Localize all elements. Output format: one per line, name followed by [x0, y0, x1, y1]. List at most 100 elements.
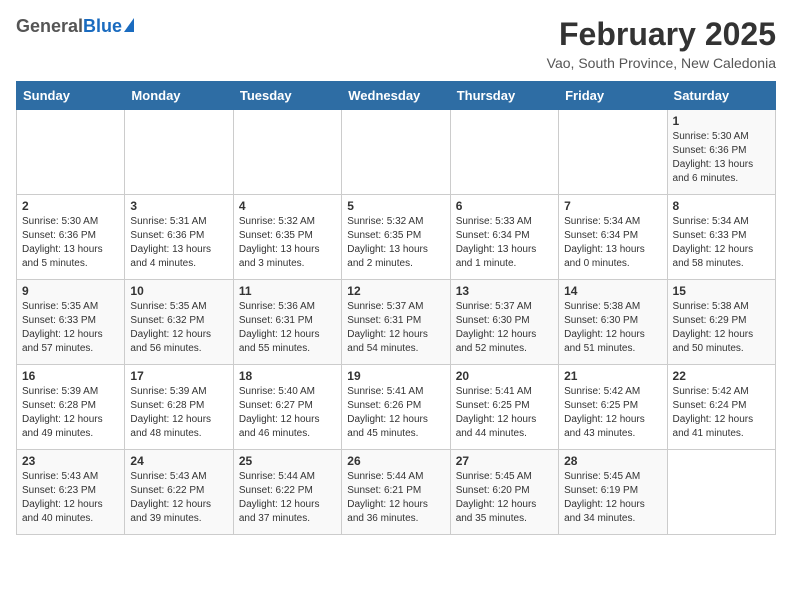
- day-info: Sunrise: 5:33 AM Sunset: 6:34 PM Dayligh…: [456, 215, 553, 271]
- calendar-day-cell: 5Sunrise: 5:32 AM Sunset: 6:35 PM Daylig…: [342, 195, 450, 280]
- day-info: Sunrise: 5:36 AM Sunset: 6:31 PM Dayligh…: [239, 300, 336, 356]
- logo-blue-text: Blue: [83, 16, 122, 37]
- day-info: Sunrise: 5:44 AM Sunset: 6:21 PM Dayligh…: [347, 470, 444, 526]
- day-number: 10: [130, 284, 227, 298]
- day-info: Sunrise: 5:32 AM Sunset: 6:35 PM Dayligh…: [347, 215, 444, 271]
- calendar-table: SundayMondayTuesdayWednesdayThursdayFrid…: [16, 81, 776, 535]
- weekday-header-thursday: Thursday: [450, 82, 558, 110]
- day-info: Sunrise: 5:43 AM Sunset: 6:23 PM Dayligh…: [22, 470, 119, 526]
- calendar-day-cell: 1 Sunrise: 5:30 AM Sunset: 6:36 PM Daylig…: [667, 110, 775, 195]
- day-info: Sunrise: 5:42 AM Sunset: 6:24 PM Dayligh…: [673, 385, 770, 441]
- day-info: Sunrise: 5:41 AM Sunset: 6:26 PM Dayligh…: [347, 385, 444, 441]
- day-number: 9: [22, 284, 119, 298]
- calendar-day-cell: 26 Sunrise: 5:44 AM Sunset: 6:21 PM Dayli…: [342, 450, 450, 535]
- day-number: 17: [130, 369, 227, 383]
- weekday-header-friday: Friday: [559, 82, 667, 110]
- day-number: 1: [673, 114, 770, 128]
- day-info: Sunrise: 5:35 AM Sunset: 6:32 PM Dayligh…: [130, 300, 227, 356]
- calendar-day-cell: 22 Sunrise: 5:42 AM Sunset: 6:24 PM Dayli…: [667, 365, 775, 450]
- day-info: Sunrise: 5:37 AM Sunset: 6:30 PM Dayligh…: [456, 300, 553, 356]
- day-info: Sunrise: 5:35 AM Sunset: 6:33 PM Dayligh…: [22, 300, 119, 356]
- day-info: Sunrise: 5:41 AM Sunset: 6:25 PM Dayligh…: [456, 385, 553, 441]
- calendar-day-cell: 4 Sunrise: 5:32 AM Sunset: 6:35 PM Daylig…: [233, 195, 341, 280]
- logo-general-text: General: [16, 16, 83, 37]
- calendar-day-cell: 15 Sunrise: 5:38 AM Sunset: 6:29 PM Dayli…: [667, 280, 775, 365]
- day-number: 6: [456, 199, 553, 213]
- calendar-day-cell: 16 Sunrise: 5:39 AM Sunset: 6:28 PM Dayli…: [17, 365, 125, 450]
- day-number: 15: [673, 284, 770, 298]
- day-number: 14: [564, 284, 661, 298]
- day-number: 26: [347, 454, 444, 468]
- calendar-day-cell: [450, 110, 558, 195]
- calendar-day-cell: 17 Sunrise: 5:39 AM Sunset: 6:28 PM Dayli…: [125, 365, 233, 450]
- day-number: 19: [347, 369, 444, 383]
- day-info: Sunrise: 5:44 AM Sunset: 6:22 PM Dayligh…: [239, 470, 336, 526]
- day-number: 25: [239, 454, 336, 468]
- calendar-day-cell: [559, 110, 667, 195]
- calendar-day-cell: [667, 450, 775, 535]
- day-info: Sunrise: 5:40 AM Sunset: 6:27 PM Dayligh…: [239, 385, 336, 441]
- calendar-week-4: 16 Sunrise: 5:39 AM Sunset: 6:28 PM Dayli…: [17, 365, 776, 450]
- calendar-day-cell: 11 Sunrise: 5:36 AM Sunset: 6:31 PM Dayli…: [233, 280, 341, 365]
- logo-icon: [124, 18, 134, 32]
- calendar-week-5: 23Sunrise: 5:43 AM Sunset: 6:23 PM Dayli…: [17, 450, 776, 535]
- day-number: 7: [564, 199, 661, 213]
- day-info: Sunrise: 5:34 AM Sunset: 6:33 PM Dayligh…: [673, 215, 770, 271]
- weekday-header-monday: Monday: [125, 82, 233, 110]
- calendar-week-1: 1 Sunrise: 5:30 AM Sunset: 6:36 PM Daylig…: [17, 110, 776, 195]
- day-info: Sunrise: 5:30 AM Sunset: 6:36 PM Dayligh…: [673, 130, 770, 186]
- calendar-day-cell: 12 Sunrise: 5:37 AM Sunset: 6:31 PM Dayli…: [342, 280, 450, 365]
- day-number: 18: [239, 369, 336, 383]
- day-number: 11: [239, 284, 336, 298]
- calendar-day-cell: 27 Sunrise: 5:45 AM Sunset: 6:20 PM Dayli…: [450, 450, 558, 535]
- calendar-week-2: 2 Sunrise: 5:30 AM Sunset: 6:36 PM Daylig…: [17, 195, 776, 280]
- day-number: 28: [564, 454, 661, 468]
- day-info: Sunrise: 5:37 AM Sunset: 6:31 PM Dayligh…: [347, 300, 444, 356]
- weekday-header-saturday: Saturday: [667, 82, 775, 110]
- calendar-day-cell: 9 Sunrise: 5:35 AM Sunset: 6:33 PM Daylig…: [17, 280, 125, 365]
- title-section: February 2025 Vao, South Province, New C…: [547, 16, 776, 71]
- calendar-day-cell: [233, 110, 341, 195]
- day-number: 21: [564, 369, 661, 383]
- calendar-day-cell: 28 Sunrise: 5:45 AM Sunset: 6:19 PM Dayli…: [559, 450, 667, 535]
- calendar-day-cell: 3Sunrise: 5:31 AM Sunset: 6:36 PM Daylig…: [125, 195, 233, 280]
- day-number: 13: [456, 284, 553, 298]
- calendar-day-cell: 18 Sunrise: 5:40 AM Sunset: 6:27 PM Dayli…: [233, 365, 341, 450]
- page-header: GeneralBlue February 2025 Vao, South Pro…: [16, 16, 776, 71]
- day-info: Sunrise: 5:45 AM Sunset: 6:20 PM Dayligh…: [456, 470, 553, 526]
- calendar-day-cell: 25 Sunrise: 5:44 AM Sunset: 6:22 PM Dayli…: [233, 450, 341, 535]
- calendar-header-row: SundayMondayTuesdayWednesdayThursdayFrid…: [17, 82, 776, 110]
- day-info: Sunrise: 5:45 AM Sunset: 6:19 PM Dayligh…: [564, 470, 661, 526]
- calendar-day-cell: 2 Sunrise: 5:30 AM Sunset: 6:36 PM Daylig…: [17, 195, 125, 280]
- weekday-header-tuesday: Tuesday: [233, 82, 341, 110]
- calendar-day-cell: 13 Sunrise: 5:37 AM Sunset: 6:30 PM Dayli…: [450, 280, 558, 365]
- day-number: 20: [456, 369, 553, 383]
- day-number: 4: [239, 199, 336, 213]
- day-number: 12: [347, 284, 444, 298]
- day-info: Sunrise: 5:38 AM Sunset: 6:29 PM Dayligh…: [673, 300, 770, 356]
- day-number: 24: [130, 454, 227, 468]
- location-subtitle: Vao, South Province, New Caledonia: [547, 55, 776, 71]
- calendar-day-cell: 21 Sunrise: 5:42 AM Sunset: 6:25 PM Dayli…: [559, 365, 667, 450]
- day-number: 16: [22, 369, 119, 383]
- day-number: 22: [673, 369, 770, 383]
- day-info: Sunrise: 5:31 AM Sunset: 6:36 PM Dayligh…: [130, 215, 227, 271]
- calendar-day-cell: 14 Sunrise: 5:38 AM Sunset: 6:30 PM Dayli…: [559, 280, 667, 365]
- day-number: 8: [673, 199, 770, 213]
- calendar-day-cell: 10 Sunrise: 5:35 AM Sunset: 6:32 PM Dayli…: [125, 280, 233, 365]
- day-number: 27: [456, 454, 553, 468]
- calendar-week-3: 9 Sunrise: 5:35 AM Sunset: 6:33 PM Daylig…: [17, 280, 776, 365]
- day-info: Sunrise: 5:32 AM Sunset: 6:35 PM Dayligh…: [239, 215, 336, 271]
- calendar-day-cell: [125, 110, 233, 195]
- calendar-day-cell: 23Sunrise: 5:43 AM Sunset: 6:23 PM Dayli…: [17, 450, 125, 535]
- calendar-day-cell: 19 Sunrise: 5:41 AM Sunset: 6:26 PM Dayli…: [342, 365, 450, 450]
- logo: GeneralBlue: [16, 16, 134, 37]
- calendar-day-cell: [342, 110, 450, 195]
- calendar-day-cell: 24Sunrise: 5:43 AM Sunset: 6:22 PM Dayli…: [125, 450, 233, 535]
- day-info: Sunrise: 5:38 AM Sunset: 6:30 PM Dayligh…: [564, 300, 661, 356]
- day-number: 2: [22, 199, 119, 213]
- day-info: Sunrise: 5:39 AM Sunset: 6:28 PM Dayligh…: [22, 385, 119, 441]
- day-info: Sunrise: 5:39 AM Sunset: 6:28 PM Dayligh…: [130, 385, 227, 441]
- day-info: Sunrise: 5:42 AM Sunset: 6:25 PM Dayligh…: [564, 385, 661, 441]
- day-info: Sunrise: 5:30 AM Sunset: 6:36 PM Dayligh…: [22, 215, 119, 271]
